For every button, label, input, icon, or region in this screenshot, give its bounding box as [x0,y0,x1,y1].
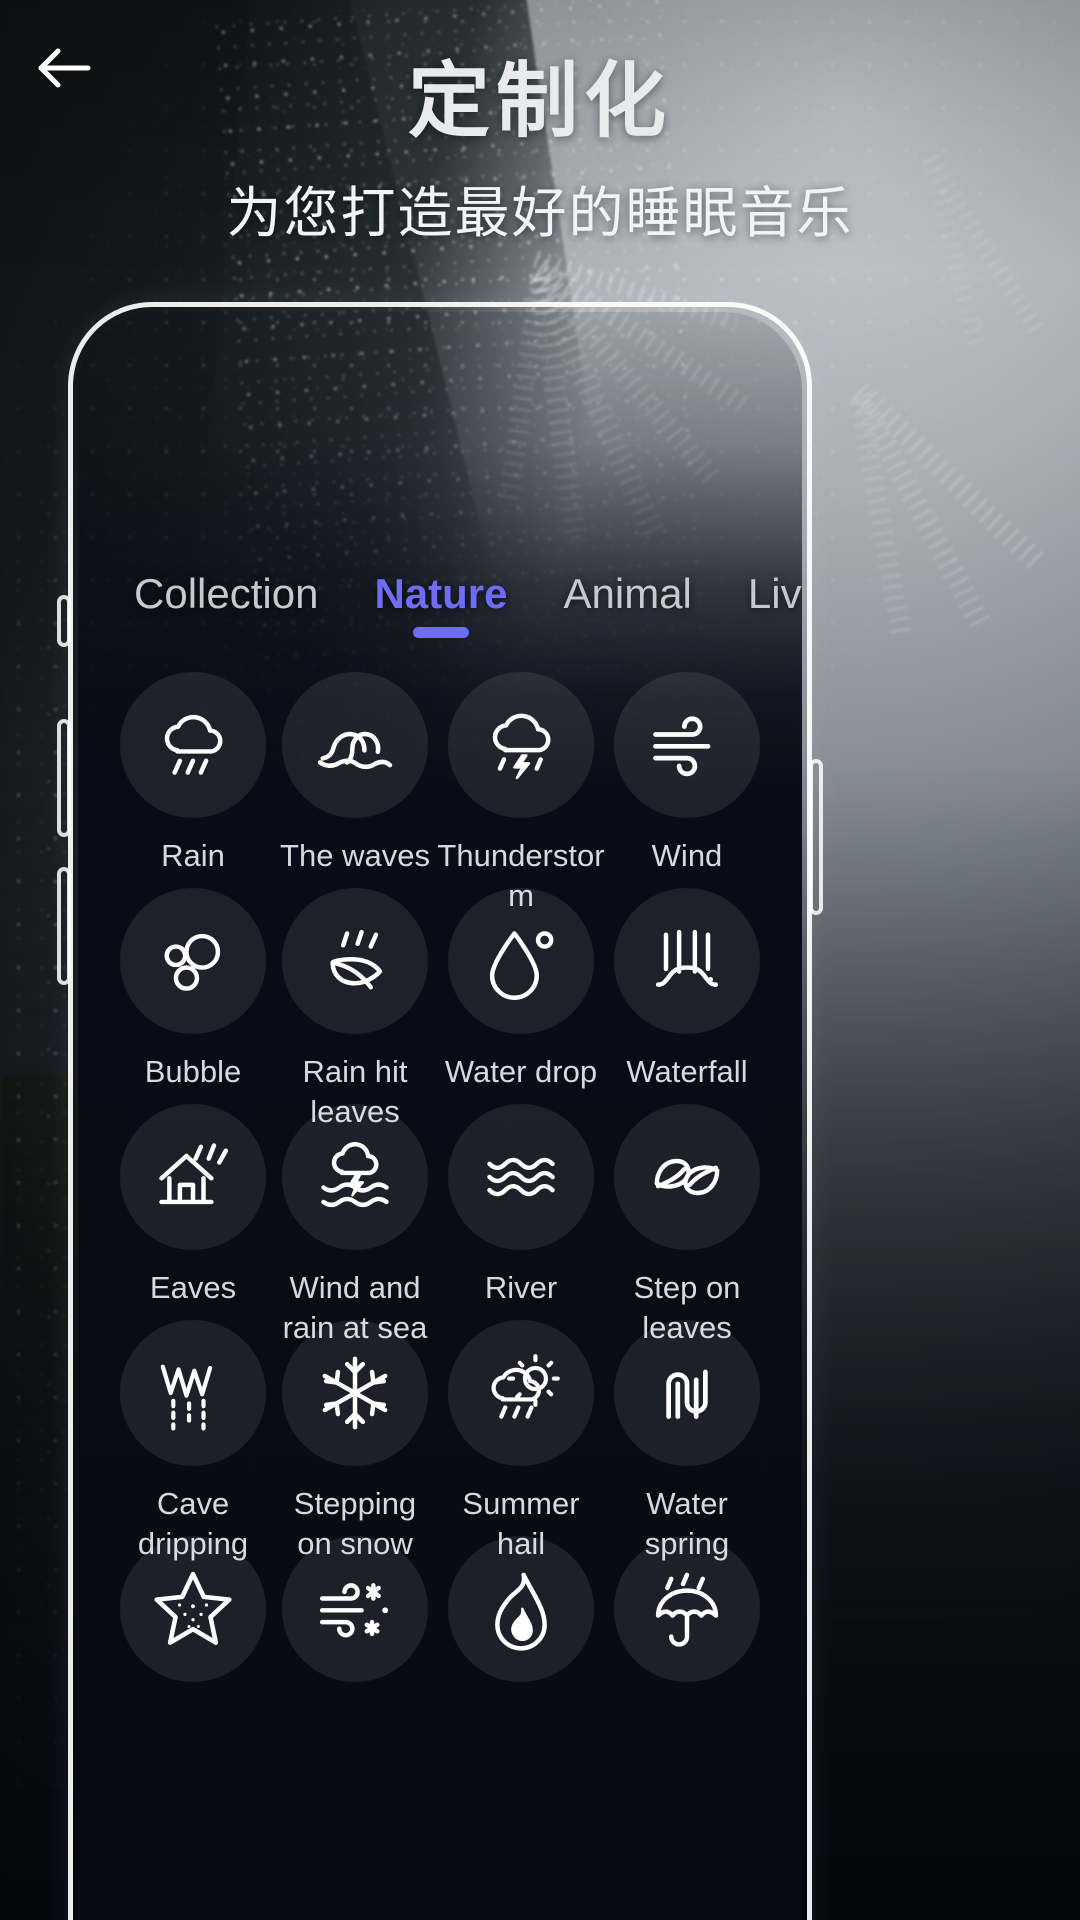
water-spring-icon [614,1320,760,1466]
sound-label: Water drop [444,1054,598,1089]
tab-label: Animal [563,570,692,617]
sound-label: Bubble [144,1054,242,1089]
sound-item-the-waves[interactable]: The waves [274,672,436,888]
customization-screen: 定制化 为您打造最好的睡眠音乐 Collection Nature Animal… [0,0,1080,1920]
sound-label: River [484,1270,558,1305]
sound-item-bubble[interactable]: Bubble [112,888,274,1104]
tab-label: Collection [134,570,319,617]
page-title: 定制化 [407,56,672,147]
waterfall-icon [614,888,760,1034]
phone-screen-content: Collection Nature Animal Liv Rain The wa… [78,312,802,1920]
active-tab-indicator [412,627,469,638]
sound-label: Eaves [149,1270,237,1305]
snowflake-icon [282,1320,428,1466]
sound-item-starfish[interactable] [112,1536,274,1752]
sound-item-wind-and-rain-at-sea[interactable]: Wind and rain at sea [274,1104,436,1345]
tab-nature[interactable]: Nature [374,570,507,640]
tab-label: Liv [747,570,802,617]
starfish-icon [120,1536,266,1682]
two-leaves-icon [614,1104,760,1250]
sound-item-umbrella-rain[interactable] [606,1536,768,1752]
category-tab-bar: Collection Nature Animal Liv [78,570,802,640]
wind-snow-icon [282,1536,428,1682]
river-waves-icon [448,1104,594,1250]
cave-dripping-icon [120,1320,266,1466]
water-droplet-icon [448,888,594,1034]
sound-label: Wind [651,838,723,873]
tab-collection[interactable]: Collection [134,570,318,640]
sound-item-wind[interactable]: Wind [606,672,768,888]
sound-item-waterfall[interactable]: Waterfall [606,888,768,1104]
sound-item-summer-hail[interactable]: Summer hail [436,1320,606,1561]
sound-item-stepping-on-snow[interactable]: Stepping on snow [274,1320,436,1561]
thunderstorm-cloud-icon [448,672,594,818]
sound-label: Waterfall [626,1054,748,1089]
umbrella-rain-icon [614,1536,760,1682]
sound-item-thunderstorm[interactable]: Thunderstorm [436,672,606,913]
sound-item-rain[interactable]: Rain [112,672,274,888]
sound-item-rain-hit-leaves[interactable]: Rain hit leaves [274,888,436,1129]
house-rain-eaves-icon [120,1104,266,1250]
ocean-waves-icon [282,672,428,818]
sound-item-cave-dripping[interactable]: Cave dripping [112,1320,274,1561]
flame-icon [448,1536,594,1682]
bubbles-icon [120,888,266,1034]
tab-living[interactable]: Liv [748,570,802,640]
sound-label: The waves [280,838,430,873]
rain-cloud-icon [120,672,266,818]
sun-cloud-rain-icon [448,1320,594,1466]
storm-at-sea-icon [282,1104,428,1250]
sound-grid: Rain The waves Thunderstorm Wind Bubble … [78,672,802,1752]
tab-animal[interactable]: Animal [563,570,691,640]
sound-label: Rain [161,838,225,873]
tab-label: Nature [374,570,508,617]
sound-item-eaves[interactable]: Eaves [112,1104,274,1320]
page-subtitle: 为您打造最好的睡眠音乐 [226,182,854,244]
wind-icon [614,672,760,818]
sound-item-water-drop[interactable]: Water drop [436,888,606,1104]
sound-item-water-spring[interactable]: Water spring [606,1320,768,1561]
sound-item-river[interactable]: River [436,1104,606,1320]
sound-item-flame[interactable] [436,1536,606,1752]
sound-item-wind-snow[interactable] [274,1536,436,1752]
rain-on-leaf-icon [282,888,428,1034]
sound-item-step-on-leaves[interactable]: Step on leaves [606,1104,768,1345]
